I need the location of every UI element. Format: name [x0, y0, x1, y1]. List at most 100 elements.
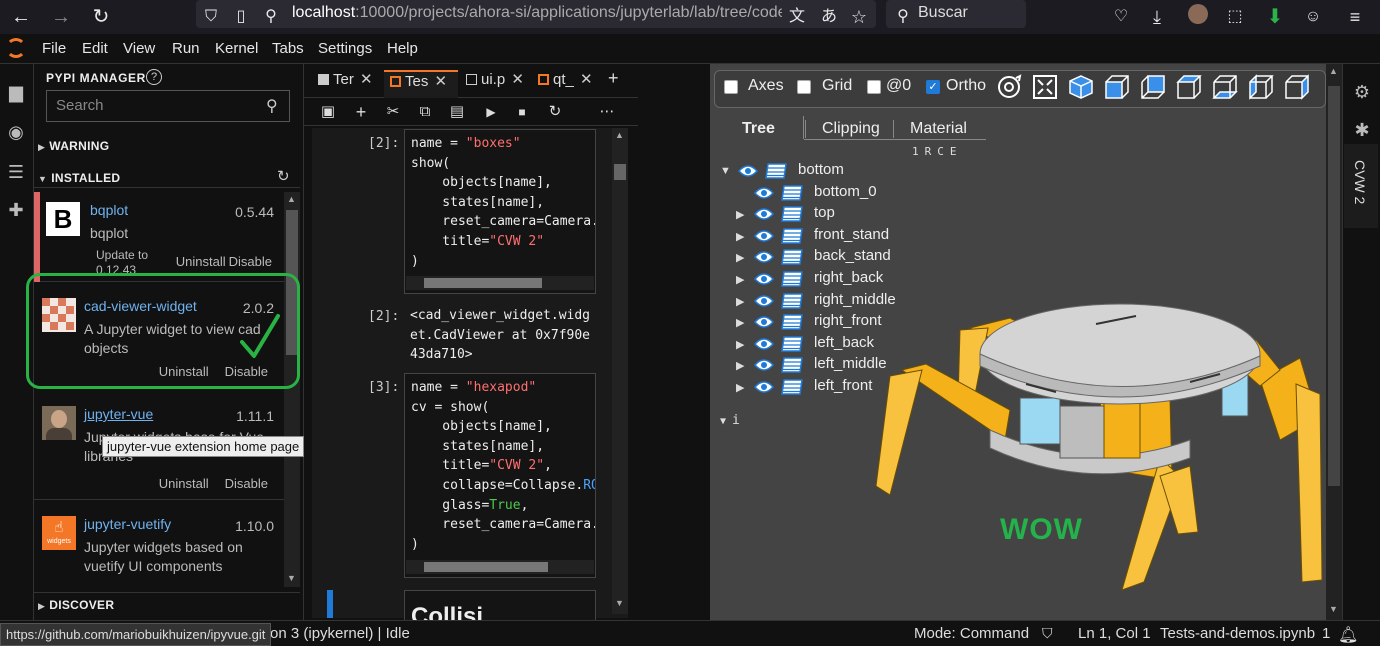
eye-icon[interactable]: [753, 358, 775, 372]
cut-icon[interactable]: ✂: [383, 102, 403, 122]
shape-visibility-icon[interactable]: [780, 292, 804, 309]
code-cell-input[interactable]: name = "hexapod" cv = show( objects[name]…: [404, 373, 596, 578]
disable-button[interactable]: Disable: [225, 476, 268, 491]
bell-icon[interactable]: 🔔︎: [1338, 625, 1358, 645]
reset-view-icon[interactable]: [996, 74, 1022, 100]
viewer-scrollbar-thumb[interactable]: [1328, 86, 1340, 486]
menu-help[interactable]: Help: [387, 40, 418, 57]
tab-qt-notebook[interactable]: qt_ ✕: [532, 70, 602, 98]
run-icon[interactable]: ▶: [481, 102, 501, 122]
code-editor[interactable]: name = "boxes" show( objects[name], state…: [405, 130, 595, 275]
code-editor[interactable]: name = "hexapod" cv = show( objects[name]…: [405, 374, 595, 558]
tab-tree[interactable]: Tree: [742, 120, 775, 138]
eye-icon[interactable]: [753, 337, 775, 351]
site-settings-icon[interactable]: ⚲: [258, 4, 284, 30]
copy-icon[interactable]: ⧉: [415, 102, 435, 122]
refresh-icon[interactable]: ↻: [277, 167, 290, 185]
close-icon[interactable]: ✕: [507, 71, 524, 88]
menu-kernel[interactable]: Kernel: [215, 40, 258, 57]
green-download-icon[interactable]: ⬇: [1262, 4, 1288, 30]
horizontal-scrollbar[interactable]: [406, 276, 594, 290]
url-text[interactable]: localhost:10000/projects/ahora-si/applic…: [292, 4, 782, 22]
shape-visibility-icon[interactable]: [764, 163, 788, 179]
eye-icon[interactable]: [737, 164, 759, 178]
pocket-icon[interactable]: ♡: [1108, 4, 1134, 30]
package-name[interactable]: jupyter-vuetify: [84, 516, 171, 532]
scrollbar-thumb[interactable]: [424, 278, 542, 288]
caret-right-icon[interactable]: ▶: [736, 338, 744, 351]
caret-right-icon[interactable]: ▶: [736, 381, 744, 394]
top-view-icon[interactable]: [1176, 74, 1202, 100]
scrollbar-thumb[interactable]: [424, 562, 548, 572]
horizontal-scrollbar[interactable]: [406, 560, 594, 574]
more-options-icon[interactable]: ⋯: [597, 102, 617, 122]
menu-edit[interactable]: Edit: [82, 40, 108, 57]
right-view-icon[interactable]: [1284, 74, 1310, 100]
extension-face-icon[interactable]: ☺: [1300, 4, 1326, 30]
tab-clipping[interactable]: Clipping: [805, 120, 880, 138]
discover-section-header[interactable]: ▶ DISCOVER: [38, 598, 114, 612]
package-name[interactable]: bqplot: [90, 202, 128, 218]
tab-material[interactable]: Material: [893, 120, 967, 138]
hexapod-3d-render[interactable]: [860, 290, 1324, 620]
cursor-position[interactable]: Ln 1, Col 1: [1078, 625, 1151, 642]
eye-icon[interactable]: [753, 272, 775, 286]
eye-icon[interactable]: [753, 250, 775, 264]
shield-icon[interactable]: ⛉: [1042, 625, 1053, 642]
eye-icon[interactable]: [753, 294, 775, 308]
extension-puzzle-icon[interactable]: ✚: [4, 198, 28, 222]
tree-node[interactable]: ▶ top: [736, 204, 976, 225]
download-icon[interactable]: ⤓: [1144, 4, 1170, 30]
caret-right-icon[interactable]: ▶: [736, 230, 744, 243]
tree-collapse-controls[interactable]: 1RCE: [912, 145, 963, 158]
scroll-down-icon[interactable]: ▼: [615, 598, 624, 608]
back-arrow-icon[interactable]: ←: [8, 4, 34, 30]
uninstall-button[interactable]: Uninstall: [176, 254, 226, 269]
code-cell-input[interactable]: name = "boxes" show( objects[name], state…: [404, 129, 596, 294]
profile-avatar[interactable]: [1188, 4, 1208, 24]
eye-icon[interactable]: [753, 207, 775, 221]
translate-page-icon[interactable]: あ: [816, 4, 842, 30]
folder-icon[interactable]: ▆: [4, 80, 28, 104]
close-icon[interactable]: ✕: [576, 71, 593, 88]
reload-icon[interactable]: ↻: [88, 4, 114, 30]
new-tab-plus-icon[interactable]: +: [604, 68, 634, 96]
save-icon[interactable]: ▣: [318, 102, 338, 122]
browser-search-label[interactable]: Buscar: [918, 4, 968, 22]
scroll-down-icon[interactable]: ▼: [1329, 604, 1338, 614]
stop-icon[interactable]: ■: [512, 102, 532, 122]
menu-view[interactable]: View: [123, 40, 155, 57]
at-zero-checkbox[interactable]: [867, 80, 881, 94]
warning-section-header[interactable]: ▶ WARNING: [38, 139, 109, 153]
shape-visibility-icon[interactable]: [780, 379, 804, 395]
rear-view-icon[interactable]: [1140, 74, 1166, 100]
menu-run[interactable]: Run: [172, 40, 200, 57]
ortho-checkbox[interactable]: ✓: [926, 80, 940, 94]
extensions-icon[interactable]: ⬚: [1222, 4, 1248, 30]
shape-visibility-icon[interactable]: [780, 314, 804, 330]
tree-node[interactable]: ▶ back_stand: [736, 247, 976, 268]
tree-node[interactable]: ▶ front_stand: [736, 226, 976, 247]
help-icon[interactable]: ?: [146, 69, 162, 85]
scroll-up-icon[interactable]: ▲: [1329, 66, 1338, 76]
eye-icon[interactable]: [753, 380, 775, 394]
running-icon[interactable]: ◉: [4, 120, 28, 144]
toc-icon[interactable]: ☰: [4, 160, 28, 184]
notebook-scrollbar[interactable]: [612, 128, 628, 614]
installed-section-header[interactable]: ▼ INSTALLED: [38, 171, 120, 185]
eye-icon[interactable]: [753, 229, 775, 243]
fit-view-icon[interactable]: [1032, 74, 1058, 100]
kernel-status[interactable]: on 3 (ipykernel) | Idle: [270, 625, 410, 642]
tab-ui-file[interactable]: ui.p ✕: [460, 70, 530, 98]
restart-icon[interactable]: ↻: [545, 102, 565, 122]
shape-visibility-icon[interactable]: [780, 206, 804, 222]
tab-tests-notebook[interactable]: Tes ✕: [384, 70, 458, 98]
eye-icon[interactable]: [753, 315, 775, 329]
package-name[interactable]: jupyter-vue: [84, 406, 153, 422]
left-view-icon[interactable]: [1248, 74, 1274, 100]
close-icon[interactable]: ✕: [356, 71, 373, 88]
shape-visibility-icon[interactable]: [780, 357, 804, 374]
front-view-icon[interactable]: [1104, 74, 1130, 100]
menu-tabs[interactable]: Tabs: [272, 40, 304, 57]
menu-settings[interactable]: Settings: [318, 40, 372, 57]
